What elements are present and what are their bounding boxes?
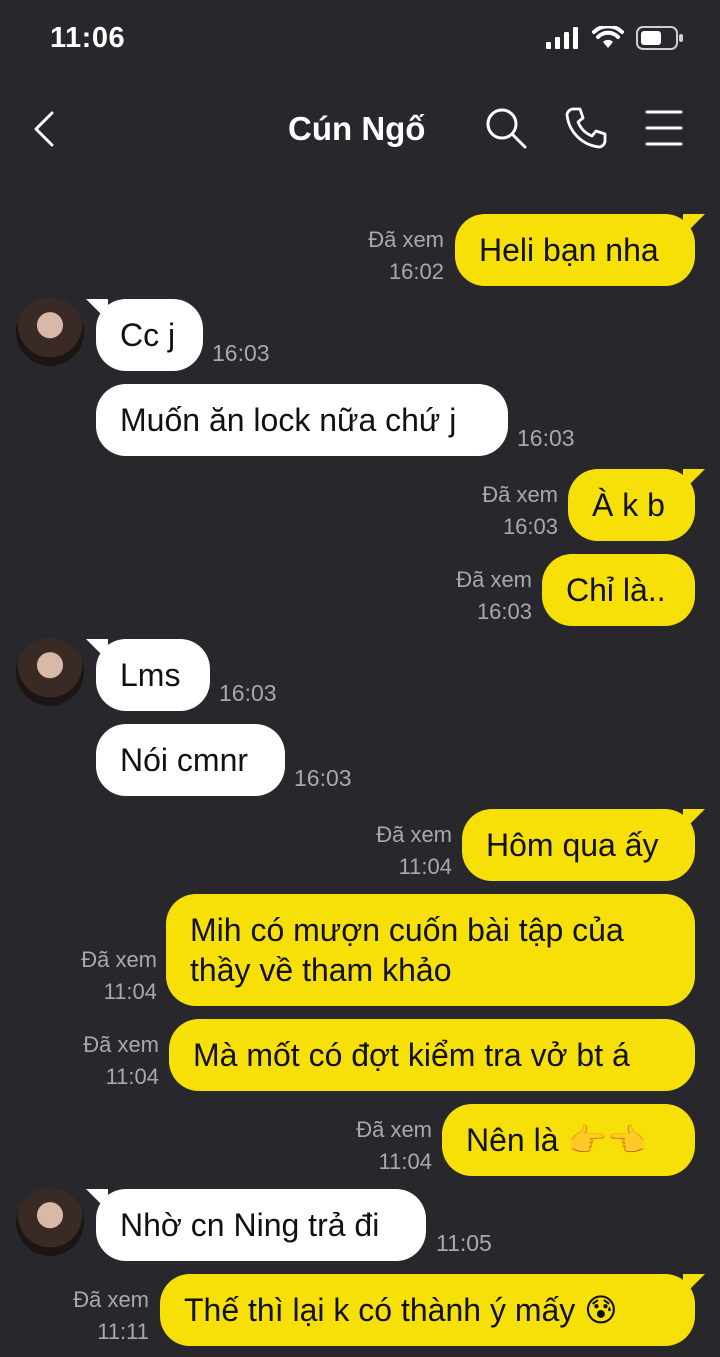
message-text: Muốn ăn lock nữa chứ j	[120, 402, 457, 438]
message-bubble-incoming[interactable]: Nói cmnr	[96, 724, 285, 796]
menu-button[interactable]	[638, 102, 690, 154]
message-time: 11:05	[436, 1230, 492, 1256]
message-meta: Đã xem 16:03	[450, 479, 558, 543]
message-text: Heli bạn nha	[479, 232, 659, 268]
message-bubble-incoming[interactable]: Cc j	[86, 299, 203, 371]
message-text: Hôm qua ấy	[486, 827, 659, 863]
wifi-icon	[592, 26, 624, 48]
message-text-body: Thế thì lại k có thành ý mấy	[184, 1292, 576, 1328]
avatar[interactable]	[16, 638, 84, 706]
message-text: À k b	[592, 487, 665, 523]
message-bubble-outgoing[interactable]: Hôm qua ấy	[462, 809, 705, 881]
menu-icon	[645, 110, 683, 146]
message-meta: Đã xem 11:04	[346, 819, 452, 883]
message-meta: Đã xem 11:11	[42, 1284, 149, 1348]
message-bubble-outgoing[interactable]: À k b	[568, 469, 705, 541]
message-text-line: thầy về tham khảo	[190, 952, 452, 988]
message-bubble-incoming[interactable]: Lms	[86, 639, 210, 711]
seen-status: Đã xem	[83, 1032, 159, 1057]
message-text: Thế thì lại k có thành ý mấy 😰	[184, 1290, 671, 1330]
message-text: Nên là 👉👈	[466, 1120, 671, 1160]
message-text: Mà mốt có đợt kiểm tra vở bt á	[193, 1037, 630, 1073]
message-text: Chỉ là..	[566, 572, 666, 608]
message-time: 11:04	[398, 854, 452, 879]
status-time: 11:06	[50, 22, 126, 54]
seen-status: Đã xem	[482, 482, 558, 507]
message-meta: Đã xem 16:02	[340, 224, 444, 288]
status-bar: 11:06	[0, 0, 720, 80]
message-meta: Đã xem 11:04	[50, 944, 157, 1008]
message-bubble-outgoing[interactable]: Heli bạn nha	[455, 214, 705, 286]
message-text: Nhờ cn Ning trả đi	[120, 1207, 380, 1243]
message-text: Cc j	[120, 317, 176, 353]
status-icons	[546, 26, 684, 50]
avatar[interactable]	[16, 1188, 84, 1256]
message-meta: Đã xem 11:04	[326, 1114, 432, 1178]
message-text-body: Nên là	[466, 1122, 559, 1158]
message-time: 16:03	[517, 425, 575, 451]
phone-icon	[565, 107, 607, 149]
message-time: 16:03	[212, 340, 270, 366]
seen-status: Đã xem	[356, 1117, 432, 1142]
message-time: 16:02	[388, 259, 444, 284]
message-time: 16:03	[294, 765, 352, 791]
seen-status: Đã xem	[456, 567, 532, 592]
seen-status: Đã xem	[368, 227, 444, 252]
message-bubble-incoming[interactable]: Muốn ăn lock nữa chứ j	[96, 384, 508, 456]
message-text: Nói cmnr	[120, 742, 249, 778]
avatar[interactable]	[16, 298, 84, 366]
message-bubble-outgoing[interactable]: Nên là 👉👈	[442, 1104, 695, 1176]
message-time: 11:04	[105, 1064, 159, 1089]
seen-status: Đã xem	[81, 947, 157, 972]
seen-status: Đã xem	[376, 822, 452, 847]
battery-icon	[636, 26, 683, 50]
search-button[interactable]	[480, 102, 532, 154]
message-bubble-outgoing[interactable]: Mih có mượn cuốn bài tập của thầy về tha…	[166, 894, 695, 1006]
message-time: 11:04	[378, 1149, 432, 1174]
back-button[interactable]	[24, 104, 64, 154]
message-bubble-outgoing[interactable]: Chỉ là..	[542, 554, 695, 626]
message-text: Lms	[120, 657, 181, 693]
message-meta: Đã xem 16:03	[424, 564, 532, 628]
signal-icon	[546, 27, 578, 49]
message-time: 16:03	[476, 599, 532, 624]
search-icon	[486, 108, 527, 149]
call-button[interactable]	[560, 102, 612, 154]
message-time: 11:04	[103, 979, 157, 1004]
anxious-face-emoji: 😰	[584, 1292, 618, 1328]
message-bubble-outgoing[interactable]: Thế thì lại k có thành ý mấy 😰	[160, 1274, 705, 1346]
message-text-line: Mih có mượn cuốn bài tập của	[190, 912, 624, 948]
chevron-left-icon	[34, 111, 54, 147]
message-time: 16:03	[219, 680, 277, 706]
seen-status: Đã xem	[73, 1287, 149, 1312]
message-bubble-outgoing[interactable]: Mà mốt có đợt kiểm tra vở bt á	[169, 1019, 695, 1091]
message-bubble-incoming[interactable]: Nhờ cn Ning trả đi	[86, 1189, 426, 1261]
message-time: 16:03	[502, 514, 558, 539]
message-meta: Đã xem 11:04	[52, 1029, 159, 1093]
fingers-pointing-emoji: 👉👈	[567, 1122, 648, 1158]
message-time: 11:11	[97, 1319, 149, 1344]
chat-header: Cún Ngố	[0, 90, 720, 170]
conversation-title[interactable]: Cún Ngố	[288, 110, 425, 148]
